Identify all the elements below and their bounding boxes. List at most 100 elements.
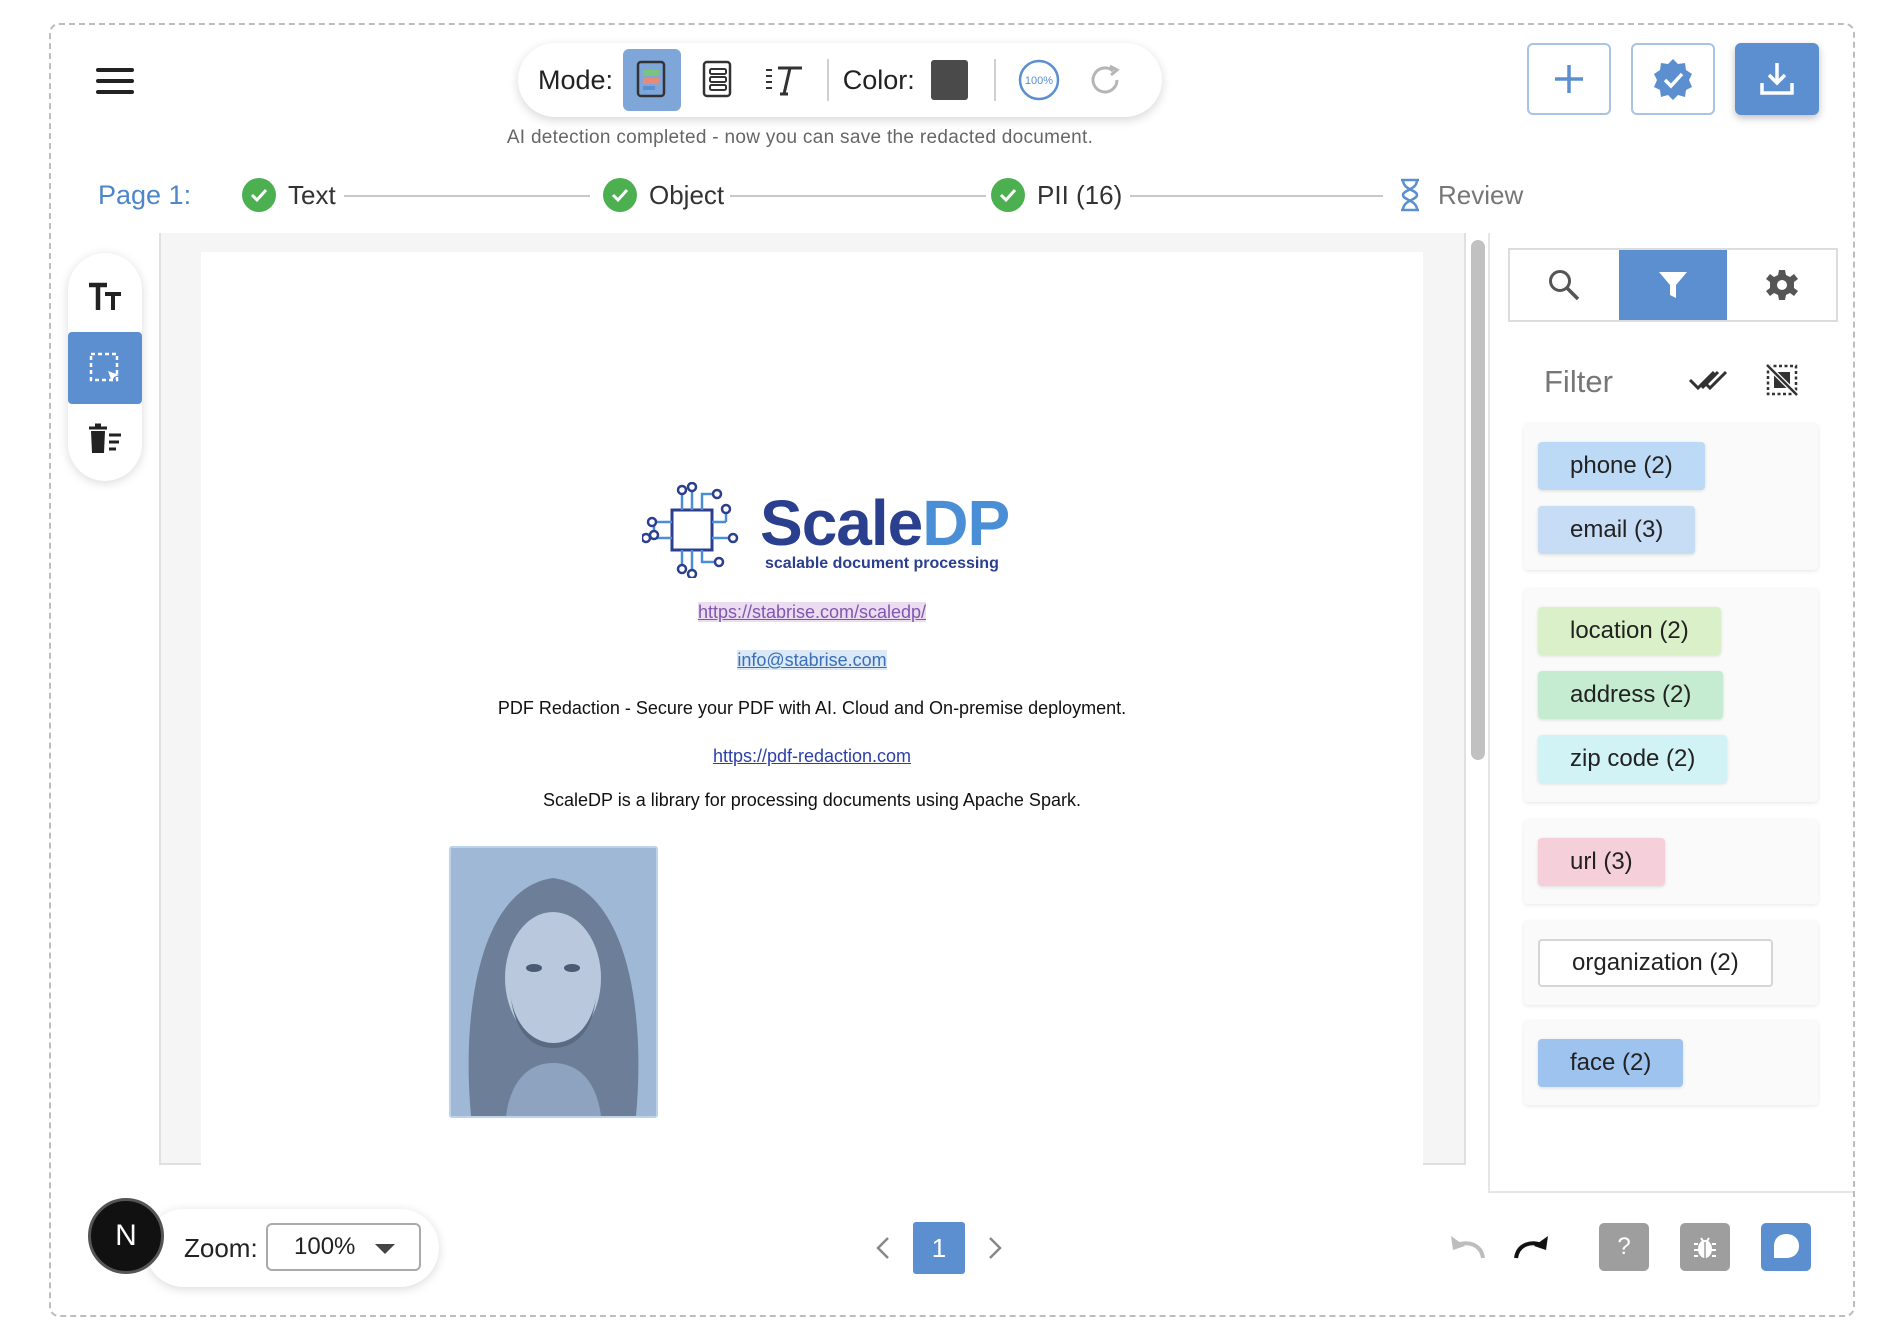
mode-toolbar: Mode: Color: 100% [518, 43, 1162, 117]
doc-line-summary: ScaleDP is a library for processing docu… [543, 790, 1081, 810]
tab-search[interactable] [1510, 250, 1619, 320]
hourglass-icon [1398, 178, 1422, 212]
logo-main-text: Scale [760, 487, 923, 559]
step-label: Review [1438, 179, 1524, 210]
check-circle-icon [991, 178, 1025, 212]
doc-line-email: info@stabrise.com [201, 650, 1423, 671]
download-button[interactable] [1735, 43, 1819, 115]
help-icon: ? [1617, 1233, 1631, 1260]
verified-badge-icon [1654, 59, 1692, 100]
clear-all-button[interactable] [68, 403, 142, 475]
next-page-button[interactable] [980, 1233, 1010, 1263]
filter-chip-url[interactable]: url (3) [1538, 838, 1665, 886]
zoom-value: 100% [294, 1233, 356, 1260]
filter-chip-zip-code[interactable]: zip code (2) [1538, 735, 1728, 783]
redacted-email[interactable]: info@stabrise.com [737, 650, 887, 670]
doc-line-description: PDF Redaction - Secure your PDF with AI.… [497, 698, 1127, 718]
color-label: Color: [842, 64, 915, 95]
chevron-left-icon [876, 1237, 889, 1259]
chat-button[interactable] [1761, 1223, 1811, 1271]
doc-line-url-1: https://stabrise.com/scaledp/ [201, 602, 1423, 623]
portrait-photo-icon [451, 848, 656, 1116]
redacted-face-photo[interactable] [449, 846, 658, 1118]
tab-filter[interactable] [1618, 250, 1728, 320]
chevron-right-icon [989, 1237, 1002, 1259]
avatar[interactable]: N [88, 1198, 164, 1274]
page-mode-icon [636, 60, 666, 98]
check-circle-icon [603, 178, 637, 212]
undo-button[interactable] [1447, 1230, 1487, 1264]
download-icon [1760, 63, 1794, 95]
filter-chip-email[interactable]: email (3) [1538, 506, 1696, 554]
filter-group-organization: organization (2) [1524, 921, 1818, 1005]
text-mode-icon [765, 66, 802, 96]
page-mode-button[interactable] [623, 49, 681, 111]
step-text: Text [242, 178, 336, 212]
select-area-icon [89, 352, 119, 382]
deselect-all-button[interactable] [1760, 360, 1804, 400]
zoom-label: Zoom: [184, 1233, 258, 1263]
filter-group-url: url (3) [1524, 820, 1818, 904]
plus-icon [1555, 65, 1583, 93]
text-fields-icon [89, 282, 121, 310]
delete-sweep-icon [89, 423, 121, 453]
filter-chip-address[interactable]: address (2) [1538, 671, 1724, 719]
filter-group-contact: phone (2) email (3) [1524, 424, 1818, 570]
logo-wordmark: ScaleDP [760, 486, 1010, 560]
bottom-divider [1488, 1191, 1853, 1193]
circuit-chip-icon [642, 482, 739, 578]
search-icon [1549, 270, 1580, 301]
step-review: Review [1398, 178, 1523, 212]
redo-button[interactable] [1512, 1230, 1552, 1264]
list-mode-icon [702, 60, 732, 98]
bug-icon [1694, 1237, 1716, 1258]
zoom-control: Zoom: 100% [145, 1209, 439, 1287]
step-pii: PII (16) [991, 178, 1122, 212]
zoom-select[interactable]: 100% [266, 1223, 421, 1271]
check-circle-icon [242, 178, 276, 212]
vertical-scrollbar[interactable] [1471, 240, 1485, 760]
verify-button[interactable] [1631, 43, 1715, 115]
tool-panel [68, 253, 142, 481]
text-size-button[interactable] [68, 261, 142, 333]
redacted-url[interactable]: https://stabrise.com/scaledp/ [697, 602, 927, 622]
logo-tagline: scalable document processing [765, 555, 999, 572]
filter-icon [1659, 272, 1687, 298]
zoom-reset-button[interactable]: 100% [1010, 49, 1068, 111]
chevron-down-icon [375, 1244, 395, 1254]
scroll-track [1464, 233, 1466, 1165]
document-link[interactable]: https://pdf-redaction.com [713, 746, 911, 766]
filter-group-face: face (2) [1524, 1021, 1818, 1105]
page-number[interactable]: 1 [913, 1222, 965, 1274]
prev-page-button[interactable] [868, 1233, 898, 1263]
progress-stepper: Page 1: Text Object PII (16) Review [98, 174, 1523, 218]
toolbar-divider [826, 59, 829, 101]
help-button[interactable]: ? [1599, 1223, 1649, 1271]
text-mode-button[interactable] [755, 49, 813, 111]
hamburger-menu-icon[interactable] [96, 66, 134, 96]
page-label: Page 1: [98, 180, 192, 210]
select-area-button[interactable] [68, 332, 142, 404]
logo-accent-text: DP [922, 487, 1010, 559]
doc-line-url-2: https://pdf-redaction.com [201, 746, 1423, 767]
report-bug-button[interactable] [1680, 1223, 1730, 1271]
mode-label: Mode: [538, 64, 614, 95]
zoom-badge: 100% [1025, 75, 1053, 87]
filter-chip-face[interactable]: face (2) [1538, 1039, 1684, 1087]
filter-chip-organization[interactable]: organization (2) [1538, 939, 1773, 987]
tab-settings[interactable] [1727, 250, 1836, 320]
filter-chip-location[interactable]: location (2) [1538, 607, 1721, 655]
filter-title: Filter [1544, 364, 1613, 399]
color-swatch[interactable] [930, 60, 969, 100]
step-connector [1130, 195, 1383, 197]
select-all-button[interactable] [1687, 360, 1731, 400]
status-hint: AI detection completed - now you can sav… [506, 127, 1094, 148]
deselect-icon [1765, 363, 1799, 397]
list-mode-button[interactable] [689, 49, 747, 111]
undo-icon [1451, 1236, 1485, 1259]
filter-chip-phone[interactable]: phone (2) [1538, 442, 1705, 490]
add-button[interactable] [1527, 43, 1611, 115]
zoom-100-icon: 100% [1018, 59, 1060, 101]
refresh-button[interactable] [1076, 49, 1134, 111]
step-label: PII (16) [1037, 179, 1123, 210]
